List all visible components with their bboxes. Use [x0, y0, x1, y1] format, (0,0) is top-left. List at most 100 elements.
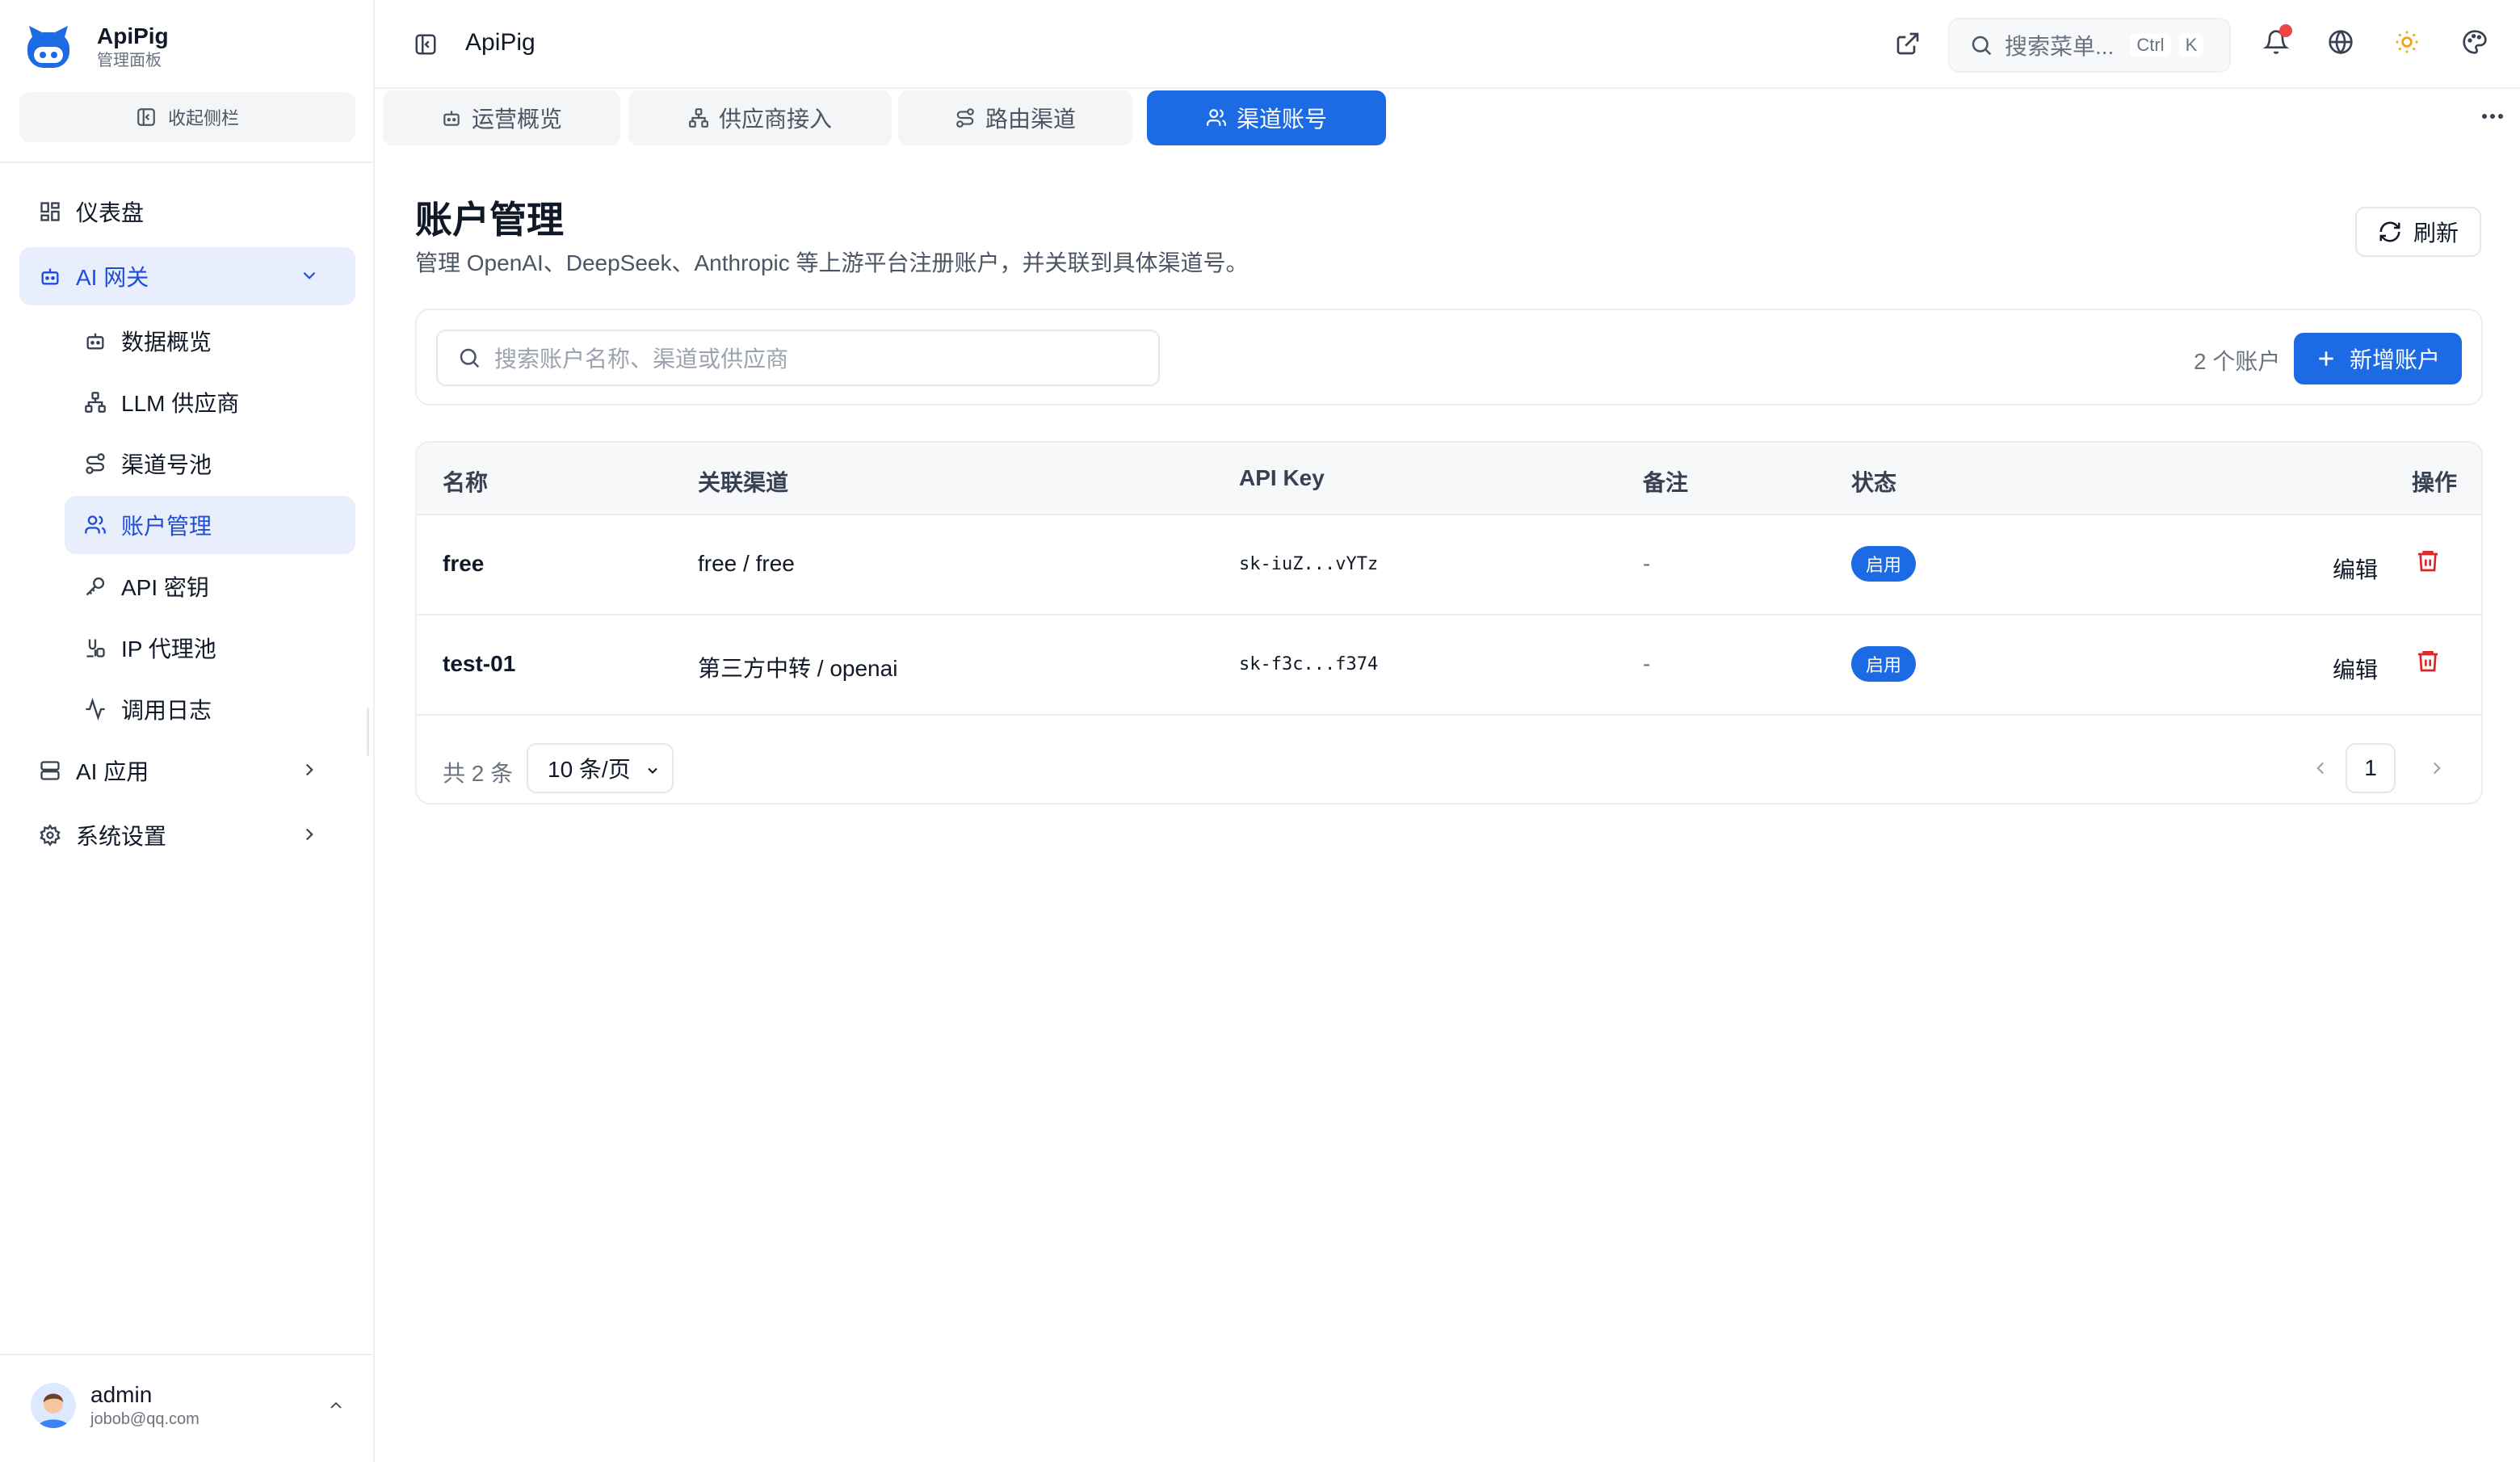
- account-api-key: sk-f3c...f374: [1239, 654, 1379, 674]
- server-icon: [40, 761, 60, 780]
- sidebar-item-label: 数据概览: [121, 330, 212, 355]
- tab-route-channels[interactable]: 路由渠道: [898, 90, 1132, 145]
- brand[interactable]: ApiPig 管理面板: [24, 23, 169, 71]
- account-count: 2 个账户: [2194, 349, 2281, 374]
- palette-icon[interactable]: [2462, 29, 2488, 55]
- shortcut-ctrl: Ctrl: [2130, 33, 2171, 57]
- menu-search-placeholder: 搜索菜单...: [2005, 34, 2115, 59]
- tab-label: 供应商接入: [718, 107, 832, 132]
- user-menu[interactable]: admin jobob@qq.com: [31, 1381, 346, 1430]
- sidebar-scrollbar[interactable]: [367, 708, 369, 756]
- tab-operations-overview[interactable]: 运营概览: [383, 90, 620, 145]
- notifications-button[interactable]: [2263, 24, 2292, 55]
- tab-provider-access[interactable]: 供应商接入: [628, 90, 892, 145]
- sidebar-item-dashboard[interactable]: 仪表盘: [19, 183, 355, 241]
- trash-icon[interactable]: [2415, 548, 2441, 573]
- search-icon: [460, 348, 480, 368]
- sidebar-item-label: LLM 供应商: [121, 391, 240, 416]
- add-account-label: 新增账户: [2349, 347, 2440, 372]
- table-header: 名称 关联渠道 API Key 备注 状态 操作: [417, 443, 2481, 515]
- refresh-icon: [2379, 221, 2400, 242]
- globe-icon[interactable]: [2328, 29, 2354, 55]
- account-channel: 第三方中转 / openai: [698, 656, 898, 681]
- chevron-right-icon[interactable]: [2426, 758, 2447, 779]
- sidebar-item-ai-apps[interactable]: AI 应用: [19, 742, 355, 800]
- table-row: test-01 第三方中转 / openai sk-f3c...f374 - 启…: [417, 615, 2481, 716]
- gear-icon: [40, 824, 61, 847]
- table-row: free free / free sk-iuZ...vYTz - 启用 编辑: [417, 515, 2481, 615]
- column-header-note: 备注: [1643, 470, 1689, 495]
- network-icon: [85, 392, 106, 413]
- chevron-up-icon: [330, 1401, 342, 1409]
- sidebar-item-label: AI 网关: [76, 265, 149, 290]
- tab-label: 渠道账号: [1236, 107, 1327, 132]
- shortcut-k: K: [2178, 33, 2204, 57]
- page-title: 账户管理: [415, 199, 564, 241]
- avatar: [31, 1383, 76, 1428]
- trash-icon[interactable]: [2415, 648, 2441, 674]
- sidebar-item-call-logs[interactable]: 调用日志: [65, 680, 355, 738]
- sidebar: ApiPig 管理面板 收起侧栏 仪表盘 AI 网关 数据概览 LLM 供应商: [0, 0, 375, 1462]
- more-horizontal-icon[interactable]: [2481, 113, 2504, 120]
- users-icon: [85, 515, 106, 534]
- route-icon: [86, 453, 105, 474]
- divider: [0, 1354, 373, 1355]
- add-account-button[interactable]: 新增账户: [2294, 333, 2462, 384]
- key-icon: [86, 577, 105, 596]
- column-header-actions: 操作: [2412, 470, 2458, 495]
- edit-button[interactable]: 编辑: [2333, 552, 2378, 585]
- top-header: ApiPig 搜索菜单... Ctrl K: [375, 0, 2520, 89]
- sidebar-collapse-icon: [137, 108, 155, 126]
- robot-icon: [443, 111, 460, 126]
- sidebar-item-ip-proxy-pool[interactable]: IP 代理池: [65, 619, 355, 677]
- account-name: free: [443, 551, 485, 576]
- sidebar-item-data-overview[interactable]: 数据概览: [65, 312, 355, 370]
- table-pagination: 共 2 条 10 条/页 1: [417, 735, 2481, 803]
- chevron-right-icon: [305, 763, 313, 776]
- sidebar-item-account-management[interactable]: 账户管理: [65, 496, 355, 554]
- network-icon: [689, 108, 708, 128]
- sidebar-item-label: 渠道号池: [121, 452, 212, 477]
- edit-button[interactable]: 编辑: [2333, 653, 2378, 685]
- sidebar-subnav: 数据概览 LLM 供应商 渠道号池 账户管理 API 密钥 IP 代理池 调用日…: [65, 312, 355, 738]
- sidebar-item-system-settings[interactable]: 系统设置: [19, 806, 355, 864]
- sidebar-item-label: IP 代理池: [121, 636, 216, 662]
- column-header-name: 名称: [443, 470, 489, 495]
- status-badge: 启用: [1851, 646, 1917, 682]
- sidebar-item-label: 仪表盘: [76, 200, 145, 225]
- page-number-button[interactable]: 1: [2346, 743, 2396, 793]
- collapse-sidebar-button[interactable]: 收起侧栏: [19, 92, 355, 142]
- column-header-api-key: API Key: [1239, 465, 1325, 490]
- menu-search-button[interactable]: 搜索菜单... Ctrl K: [1948, 18, 2231, 73]
- external-link-icon[interactable]: [1895, 31, 1921, 57]
- user-email: jobob@qq.com: [90, 1410, 200, 1428]
- tab-channel-accounts[interactable]: 渠道账号: [1147, 90, 1386, 145]
- total-count: 共 2 条: [443, 761, 514, 786]
- refresh-button[interactable]: 刷新: [2355, 207, 2481, 257]
- accounts-table: 名称 关联渠道 API Key 备注 状态 操作 free free / fre…: [415, 441, 2483, 805]
- page-size-select[interactable]: 10 条/页: [527, 743, 674, 793]
- chevron-down-icon: [648, 767, 657, 774]
- pig-logo-icon: [27, 26, 69, 68]
- proxy-icon: [86, 639, 105, 657]
- sun-icon[interactable]: [2394, 29, 2420, 55]
- filter-toolbar: 搜索账户名称、渠道或供应商 2 个账户 新增账户: [415, 309, 2483, 405]
- sidebar-item-api-keys[interactable]: API 密钥: [65, 557, 355, 615]
- sidebar-item-channel-pool[interactable]: 渠道号池: [65, 435, 355, 493]
- account-search-input[interactable]: 搜索账户名称、渠道或供应商: [436, 330, 1160, 386]
- header-title: ApiPig: [465, 29, 536, 56]
- tab-label: 运营概览: [471, 107, 562, 132]
- chevron-left-icon[interactable]: [2310, 758, 2331, 779]
- route-icon: [956, 108, 974, 128]
- column-header-channel: 关联渠道: [698, 470, 789, 495]
- sidebar-item-llm-providers[interactable]: LLM 供应商: [65, 373, 355, 431]
- column-header-status: 状态: [1851, 470, 1897, 495]
- sidebar-item-label: 账户管理: [121, 514, 212, 539]
- account-search-placeholder: 搜索账户名称、渠道或供应商: [494, 347, 789, 372]
- users-icon: [1207, 109, 1226, 126]
- account-name: test-01: [443, 651, 516, 676]
- status-badge: 启用: [1851, 546, 1917, 582]
- user-name: admin: [90, 1382, 153, 1407]
- sidebar-item-ai-gateway[interactable]: AI 网关: [19, 247, 355, 305]
- sidebar-toggle-icon[interactable]: [414, 32, 438, 57]
